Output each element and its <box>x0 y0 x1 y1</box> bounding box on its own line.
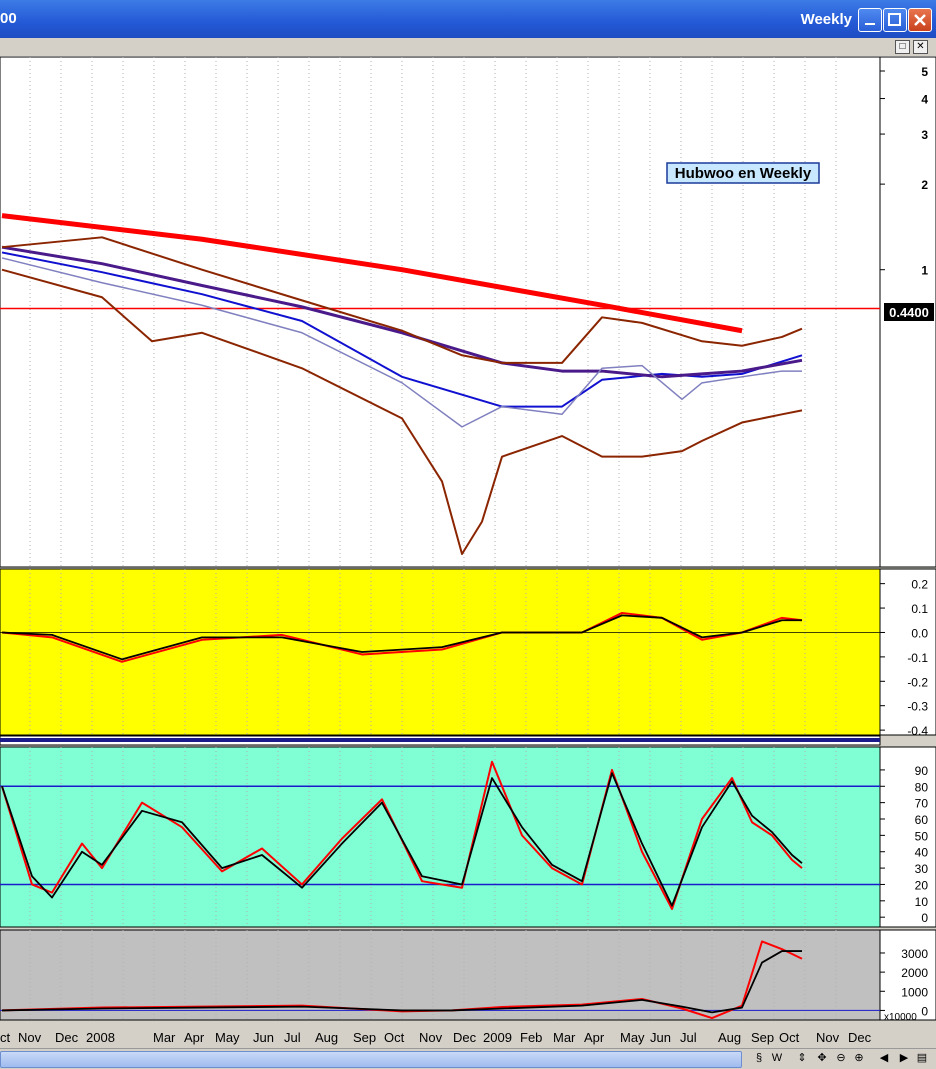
chart-title: Hubwoo en Weekly <box>675 165 812 182</box>
close-icon <box>914 14 926 26</box>
price-background <box>0 57 881 568</box>
close-button[interactable] <box>908 8 932 32</box>
macd-tick-label: 0.2 <box>911 578 928 592</box>
window-title: Weekly <box>800 11 852 28</box>
restore-button[interactable]: □ <box>895 40 910 54</box>
volume-tick-label: 0 <box>921 1004 928 1018</box>
next-icon[interactable]: ▶ <box>897 1051 911 1065</box>
volume-tick-label: 1000 <box>901 985 928 999</box>
stoch-tick-label: 30 <box>915 862 929 876</box>
chart-area[interactable]: 5 4 3 2 1 0.2 0.1 0.0 -0.1 -0.2 -0.3 -0.4 90 80 70 60 50… <box>0 57 936 1047</box>
weekly-icon[interactable]: W <box>770 1051 784 1065</box>
price-panel: 5 4 3 2 1 <box>0 57 936 568</box>
x-axis-label: 2008 <box>86 1030 115 1045</box>
x-axis-label: Mar <box>153 1030 176 1045</box>
x-axis-label: Dec <box>848 1030 872 1045</box>
minimize-button[interactable] <box>858 8 882 32</box>
x-axis-label: May <box>215 1030 240 1045</box>
pan-icon[interactable]: ✥ <box>815 1051 829 1065</box>
x-axis-label: Sep <box>751 1030 774 1045</box>
x-axis-label: Apr <box>184 1030 205 1045</box>
macd-background <box>0 568 881 736</box>
x-axis-label: Oct <box>384 1030 405 1045</box>
price-tick-label: 1 <box>921 264 928 278</box>
x-axis-label: Apr <box>584 1030 605 1045</box>
x-axis-label: Oct <box>779 1030 800 1045</box>
x-axis-label: Sep <box>353 1030 376 1045</box>
volume-tick-label: 3000 <box>901 947 928 961</box>
stoch-tick-label: 90 <box>915 764 929 778</box>
trend-icon[interactable]: § <box>752 1051 766 1065</box>
stoch-tick-label: 60 <box>915 813 929 827</box>
zoom-out-icon[interactable]: ⊖ <box>834 1051 848 1065</box>
price-tick-label: 4 <box>921 93 928 107</box>
horizontal-scrollbar[interactable]: § W ⇕ ✥ ⊖ ⊕ ◀ ▶ ▤ <box>0 1048 936 1069</box>
price-tick-label: 3 <box>921 128 928 142</box>
close-chart-icon: ✕ <box>916 41 925 52</box>
stoch-tick-label: 70 <box>915 797 929 811</box>
macd-panel: 0.2 0.1 0.0 -0.1 -0.2 -0.3 -0.4 <box>0 568 936 738</box>
x-axis-label: Dec <box>453 1030 477 1045</box>
price-label: 0.4400 <box>889 305 929 320</box>
macd-tick-label: -0.4 <box>907 724 928 738</box>
x-axis-label: Nov <box>816 1030 840 1045</box>
maximize-icon <box>888 13 901 26</box>
stoch-tick-label: 40 <box>915 846 929 860</box>
maximize-button[interactable] <box>883 8 907 32</box>
macd-tick-label: -0.3 <box>907 700 928 714</box>
volume-scale-label: x10000 <box>884 1012 917 1023</box>
x-axis-label: Jul <box>284 1030 301 1045</box>
stoch-tick-label: 10 <box>915 895 929 909</box>
title-bar: 00 Weekly <box>0 0 936 38</box>
chart-subbar: □ ✕ <box>0 38 936 57</box>
x-axis-label: Aug <box>315 1030 338 1045</box>
volume-tick-label: 2000 <box>901 966 928 980</box>
macd-tick-label: -0.1 <box>907 651 928 665</box>
x-axis-label: Jun <box>253 1030 274 1045</box>
x-axis-label: Nov <box>18 1030 42 1045</box>
x-axis-label: Dec <box>55 1030 79 1045</box>
x-axis-label: May <box>620 1030 645 1045</box>
x-axis-label: Mar <box>553 1030 576 1045</box>
x-axis-label: ct <box>0 1030 11 1045</box>
panel-icon[interactable]: ▤ <box>915 1051 929 1065</box>
macd-tick-label: -0.2 <box>907 675 928 689</box>
volume-panel: 3000 2000 1000 0 <box>0 929 936 1021</box>
prev-icon[interactable]: ◀ <box>877 1051 891 1065</box>
price-tick-label: 2 <box>921 178 928 192</box>
x-axis-label: Aug <box>718 1030 741 1045</box>
x-axis-label: Feb <box>520 1030 542 1045</box>
close-chart-button[interactable]: ✕ <box>913 40 928 54</box>
stoch-tick-label: 20 <box>915 878 929 892</box>
scroll-vert-icon[interactable]: ⇕ <box>795 1051 809 1065</box>
stoch-tick-label: 50 <box>915 829 929 843</box>
restore-icon: □ <box>899 41 906 52</box>
zoom-in-icon[interactable]: ⊕ <box>852 1051 866 1065</box>
minimize-icon <box>865 23 875 25</box>
macd-tick-label: 0.0 <box>911 626 928 640</box>
x-axis-label: Jun <box>650 1030 671 1045</box>
x-axis-label: Jul <box>680 1030 697 1045</box>
stoch-tick-label: 80 <box>915 780 929 794</box>
price-tick-label: 5 <box>921 65 928 79</box>
title-left-fragment: 00 <box>0 10 17 27</box>
macd-tick-label: 0.1 <box>911 602 928 616</box>
stoch-tick-label: 0 <box>921 911 928 925</box>
x-axis-label: Nov <box>419 1030 443 1045</box>
stoch-background <box>0 746 881 928</box>
scroll-thumb[interactable] <box>0 1051 742 1068</box>
x-axis-label: 2009 <box>483 1030 512 1045</box>
stoch-panel: 90 80 70 60 50 40 30 20 10 0 <box>0 746 936 928</box>
